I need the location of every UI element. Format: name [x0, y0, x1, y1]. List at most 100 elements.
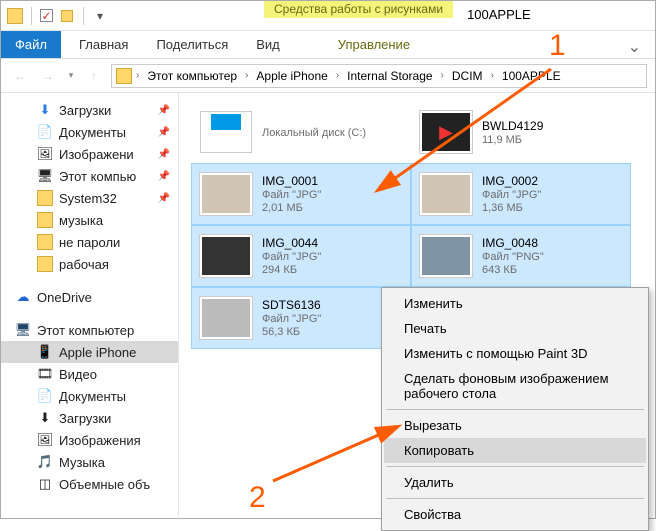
file-name: IMG_0001 [262, 174, 321, 188]
breadcrumb[interactable]: Internal Storage [343, 67, 436, 85]
checkbox-icon[interactable]: ✓ [40, 9, 53, 22]
sidebar-onedrive[interactable]: ☁ OneDrive [1, 286, 178, 308]
file-type: Файл "JPG" [482, 189, 541, 201]
sidebar-item[interactable]: ⬇Загрузки [1, 407, 178, 429]
file-item[interactable]: IMG_0048Файл "PNG"643 КБ [411, 225, 631, 287]
file-thumbnail [200, 297, 252, 339]
file-size: 643 КБ [482, 264, 544, 276]
chevron-right-icon[interactable]: › [489, 70, 496, 81]
file-size: 294 КБ [262, 264, 321, 276]
file-thumbnail [420, 235, 472, 277]
sidebar-item[interactable]: 📄 Документы 📌 [1, 121, 178, 143]
breadcrumb[interactable]: 100APPLE [498, 67, 565, 85]
sidebar-item[interactable]: рабочая [1, 253, 178, 275]
file-name: SDTS6136 [262, 298, 321, 312]
sidebar-item[interactable]: 📄Документы [1, 385, 178, 407]
sidebar-item-label: рабочая [59, 257, 109, 272]
tab-manage[interactable]: Управление [324, 31, 424, 58]
address-bar[interactable]: › Этот компьютер › Apple iPhone › Intern… [111, 64, 647, 88]
breadcrumb[interactable]: DCIM [448, 67, 487, 85]
sidebar-item[interactable]: System32📌 [1, 187, 178, 209]
pin-icon: 📌 [158, 127, 170, 138]
context-menu-item[interactable]: Вырезать [384, 413, 646, 438]
tab-share[interactable]: Поделиться [142, 31, 242, 58]
tab-file[interactable]: Файл [1, 31, 61, 58]
file-item[interactable]: IMG_0002Файл "JPG"1,36 МБ [411, 163, 631, 225]
folder-icon [116, 68, 132, 84]
nav-up-button[interactable]: ↑ [83, 65, 105, 87]
context-menu-item[interactable]: Изменить [384, 291, 646, 316]
doc-icon: 📄 [37, 388, 53, 404]
context-menu-item[interactable]: Копировать [384, 438, 646, 463]
video-icon: 🎞 [37, 366, 53, 382]
file-name: IMG_0044 [262, 236, 321, 250]
context-menu-item[interactable]: Печать [384, 316, 646, 341]
sidebar-item[interactable]: ⬇ Загрузки 📌 [1, 99, 178, 121]
file-item[interactable]: SDTS6136Файл "JPG"56,3 КБ [191, 287, 411, 349]
navigation-row: ← → ▾ ↑ › Этот компьютер › Apple iPhone … [1, 59, 655, 93]
ribbon-expand-icon[interactable]: ⌄ [614, 31, 655, 58]
file-size: 1,36 МБ [482, 202, 541, 214]
file-item[interactable]: ▶BWLD412911,9 МБ [411, 101, 631, 163]
sidebar-item[interactable]: не пароли [1, 231, 178, 253]
file-item[interactable]: Локальный диск (C:) [191, 101, 411, 163]
file-type: Файл "JPG" [262, 313, 321, 325]
context-menu-item[interactable]: Сделать фоновым изображением рабочего ст… [384, 366, 646, 406]
context-menu-item[interactable]: Свойства [384, 502, 646, 527]
nav-back-button[interactable]: ← [9, 65, 31, 87]
menu-separator [386, 409, 644, 410]
sidebar-item-label: OneDrive [37, 290, 92, 305]
picture-icon: 🖼 [37, 432, 53, 448]
sidebar-item[interactable]: 📱Apple iPhone [1, 341, 178, 363]
sidebar-item-label: Видео [59, 367, 97, 382]
sidebar-item-label: Загрузки [59, 103, 111, 118]
file-thumbnail [200, 111, 252, 153]
chevron-right-icon[interactable]: › [334, 70, 341, 81]
sidebar-item-label: Этот компьютер [37, 323, 134, 338]
picture-tools-header: Средства работы с рисунками [264, 1, 453, 18]
file-item[interactable]: IMG_0001Файл "JPG"2,01 МБ [191, 163, 411, 225]
sidebar-item[interactable]: 🎞 Видео [1, 363, 178, 385]
nav-history-dropdown[interactable]: ▾ [65, 65, 77, 87]
cloud-icon: ☁ [15, 289, 31, 305]
qat-dropdown-icon[interactable]: ▾ [92, 8, 108, 24]
file-type: Файл "JPG" [262, 251, 321, 263]
context-menu-item[interactable]: Изменить с помощью Paint 3D [384, 341, 646, 366]
file-item[interactable]: IMG_0044Файл "JPG"294 КБ [191, 225, 411, 287]
nav-forward-button[interactable]: → [37, 65, 59, 87]
context-menu-item[interactable]: Удалить [384, 470, 646, 495]
menu-separator [386, 498, 644, 499]
contextual-tab-header: Средства работы с рисунками [264, 1, 453, 30]
file-type: Файл "JPG" [262, 189, 321, 201]
music-icon: 🎵 [37, 454, 53, 470]
folder-small-icon[interactable] [59, 8, 75, 24]
sidebar-item[interactable]: музыка [1, 209, 178, 231]
sidebar-item[interactable]: 🖥Этот компью📌 [1, 165, 178, 187]
sidebar-item[interactable]: 🖼Изображения [1, 429, 178, 451]
download-icon: ⬇ [37, 410, 53, 426]
chevron-right-icon[interactable]: › [134, 70, 141, 81]
chevron-right-icon[interactable]: › [243, 70, 250, 81]
pc-icon: 🖥 [37, 168, 53, 184]
download-icon: ⬇ [37, 102, 53, 118]
sidebar-item-label: музыка [59, 213, 103, 228]
breadcrumb[interactable]: Apple iPhone [252, 67, 331, 85]
sidebar-item-label: Документы [59, 125, 126, 140]
pin-icon: 📌 [158, 105, 170, 116]
file-type: Локальный диск (C:) [262, 127, 366, 139]
chevron-right-icon[interactable]: › [439, 70, 446, 81]
picture-icon: 🖼 [37, 146, 53, 162]
tab-home[interactable]: Главная [65, 31, 142, 58]
tab-view[interactable]: Вид [242, 31, 294, 58]
doc-icon: 📄 [37, 124, 53, 140]
sidebar-item-label: System32 [59, 191, 117, 206]
sidebar-this-pc[interactable]: 🖥 Этот компьютер [1, 319, 178, 341]
pc-icon: 🖥 [15, 322, 31, 338]
sidebar-item[interactable]: 🖼Изображени📌 [1, 143, 178, 165]
menu-separator [386, 466, 644, 467]
file-name: BWLD4129 [482, 119, 543, 133]
file-name: IMG_0048 [482, 236, 544, 250]
sidebar-item[interactable]: 🎵Музыка [1, 451, 178, 473]
breadcrumb[interactable]: Этот компьютер [143, 67, 241, 85]
sidebar-item[interactable]: ◫Объемные объ [1, 473, 178, 495]
